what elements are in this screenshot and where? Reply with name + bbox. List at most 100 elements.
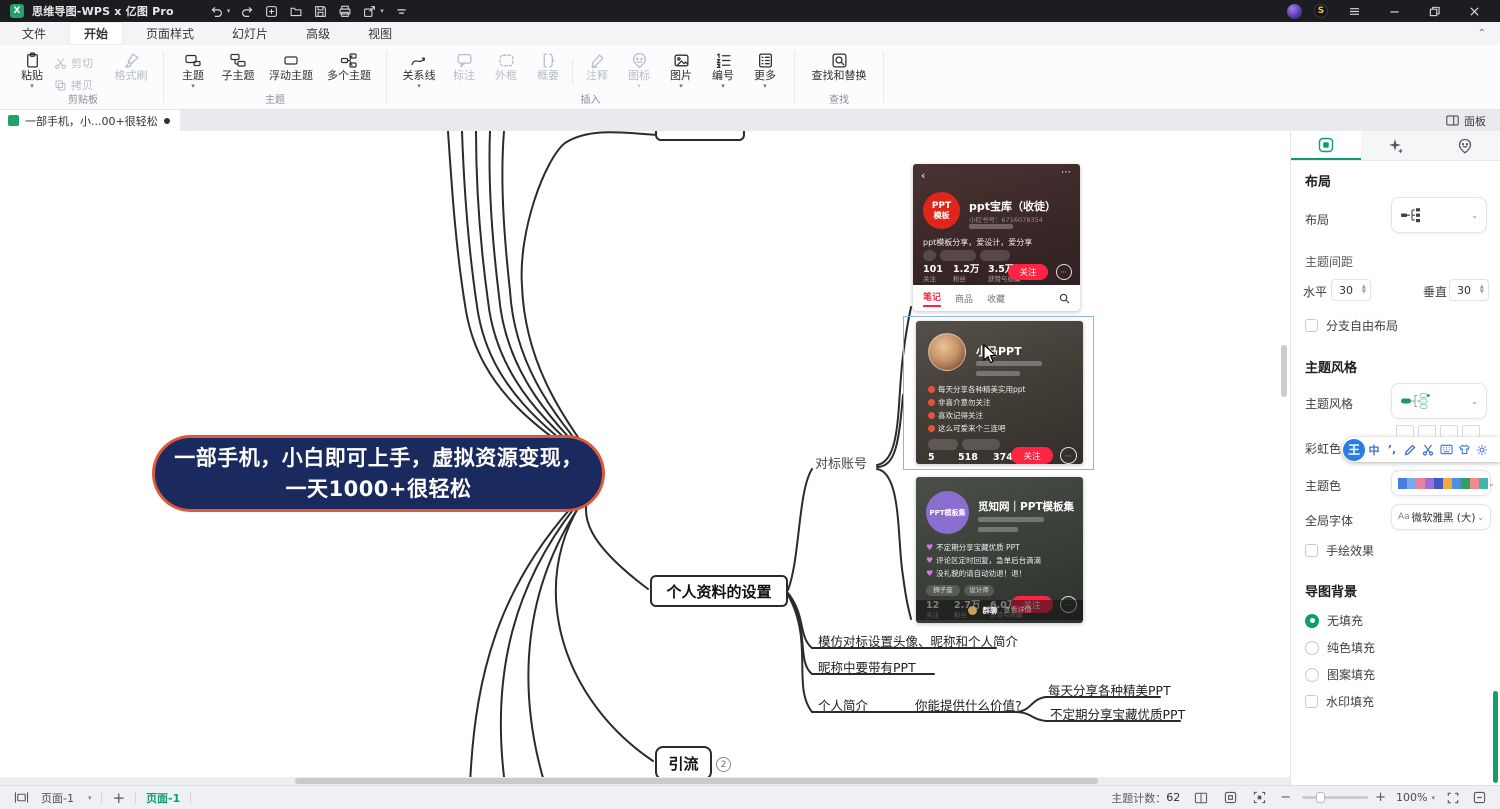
menu-tab-file[interactable]: 文件 [8,23,60,44]
menu-tab-view[interactable]: 视图 [354,23,406,44]
format-painter-button[interactable]: 格式刷 [108,49,154,82]
topic-node-traffic[interactable]: 引流 [655,746,712,780]
menu-tab-page-style[interactable]: 页面样式 [132,23,208,44]
sketch-effect-row[interactable]: 手绘效果 [1305,542,1374,559]
profile-card-mizhi[interactable]: PPT模板集 觅知网｜PPT模板集 ♥不定期分享宝藏优质 PPT ♥评论区定时回… [916,477,1083,623]
ribbon-collapse-icon[interactable]: ⌃ [1478,28,1486,39]
page-columns-icon[interactable] [1194,792,1208,804]
bg-pattern-radio[interactable] [1305,668,1319,682]
fullscreen-icon[interactable] [1447,792,1459,804]
minimize-button[interactable] [1380,0,1408,22]
current-page-link[interactable]: 页面-1 [146,790,180,806]
callout-button[interactable]: 标注 [444,49,484,82]
card2-follow-button[interactable]: 关注 [1011,447,1053,464]
stepper-arrows-icon[interactable]: ▲▼ [1362,285,1370,295]
copy-button[interactable]: 拷贝 [54,77,106,93]
topic-node-partial[interactable] [655,131,745,141]
boundary-button[interactable]: 外框 [486,49,526,82]
zoom-caret-icon[interactable]: ▾ [1431,794,1435,802]
panel-tab-sticker[interactable] [1430,131,1500,160]
zoom-out-button[interactable]: − [1280,790,1291,805]
collapse-statusbar-icon[interactable] [1473,791,1486,804]
topic-label-benchmark[interactable]: 对标账号 [815,453,867,472]
print-button[interactable] [338,5,352,18]
zoom-slider-knob[interactable] [1316,792,1325,803]
vip-badge-icon[interactable]: S [1314,4,1328,18]
bg-solid-radio[interactable] [1305,641,1319,655]
bg-watermark-checkbox[interactable] [1305,695,1318,708]
new-file-button[interactable] [265,5,278,18]
zoom-slider-track[interactable] [1302,796,1368,799]
outline-view-icon[interactable] [14,791,29,804]
ime-chinese-mode-icon[interactable]: 中 [1365,442,1383,458]
ime-punctuation-icon[interactable]: ’, [1383,443,1401,456]
central-topic-node[interactable]: 一部手机，小白即可上手，虚拟资源变现，一天1000+很轻松 [152,435,605,512]
topic-label-value-answer-2[interactable]: 不定期分享宝藏优质PPT [1050,704,1185,723]
profile-card-pptbaoku[interactable]: ‹ ⋯ PPT 模板 ppt宝库（收徒） 小红书号：6716078354 ppt… [913,164,1080,311]
card1-tab-notes[interactable]: 笔记 [923,290,941,307]
bg-none-row[interactable]: 无填充 [1305,612,1363,629]
multiple-topics-button[interactable]: 多个主题 [321,49,377,82]
panel-toggle-button[interactable]: 面板 [1446,113,1500,129]
comment-button[interactable]: 注释 [577,49,617,82]
share-button[interactable] [363,5,376,18]
horizontal-spacing-stepper[interactable]: 30 ▲▼ [1331,279,1371,301]
page-tab-selector[interactable]: 页面-1 ▾ [41,790,91,806]
topic-node-profile-setup[interactable]: 个人资料的设置 [650,575,788,607]
undo-caret-icon[interactable]: ▾ [227,7,231,15]
card1-tab-collect[interactable]: 收藏 [987,292,1005,305]
profile-card-xiaoma[interactable]: 小马PPT 每天分享各种精美实用ppt 非喜介意勿关注 喜欢记得关注 这么可爱来… [916,321,1083,464]
card1-tab-goods[interactable]: 商品 [955,292,973,305]
zoom-level-value[interactable]: 100% [1396,791,1427,804]
more-button[interactable]: 更多 ▾ [745,49,785,89]
find-replace-button[interactable]: 查找和替换 [804,49,874,82]
menu-tab-slides[interactable]: 幻灯片 [218,23,282,44]
undo-button[interactable] [210,5,223,18]
menu-tab-advanced[interactable]: 高级 [292,23,344,44]
theme-color-dropdown[interactable]: ⌄ [1391,470,1491,496]
floating-topic-button[interactable]: 浮动主题 [263,49,319,82]
topic-label-value-answer-1[interactable]: 每天分享各种精美PPT [1048,680,1171,699]
card2-message-icon[interactable]: ⋯ [1060,447,1077,464]
card3-group-bar[interactable]: 群聊 查看详情 [916,600,1083,620]
bg-none-radio[interactable] [1305,614,1319,628]
bg-pattern-row[interactable]: 图案填充 [1305,666,1375,683]
toolbar-options-button[interactable] [395,5,408,18]
window-menu-icon[interactable] [1340,0,1368,22]
menu-tab-home[interactable]: 开始 [70,23,122,44]
free-layout-checkbox[interactable] [1305,319,1318,332]
panel-scrollbar[interactable] [1493,691,1498,783]
subtopic-button[interactable]: 子主题 [215,49,261,82]
document-tab[interactable]: 一部手机，小...00+很轻松 [0,110,180,131]
close-button[interactable] [1460,0,1488,22]
horizontal-scrollbar[interactable] [295,778,1098,784]
card1-follow-button[interactable]: 关注 [1008,264,1048,280]
ime-toolbar[interactable]: 王 中 ’, [1342,437,1500,462]
card1-message-icon[interactable]: ⋯ [1056,264,1072,280]
topic-label-value-question[interactable]: 你能提供什么价值? [915,695,1022,714]
ime-cut-icon[interactable] [1419,444,1437,456]
bg-solid-row[interactable]: 纯色填充 [1305,639,1375,656]
user-avatar[interactable] [1287,4,1302,19]
paste-button[interactable]: 粘贴 ▾ [12,49,52,89]
collapse-badge[interactable]: 2 [716,757,731,772]
numbering-button[interactable]: 编号 ▾ [703,49,743,89]
topic-label-bio[interactable]: 个人简介 [818,695,868,714]
vertical-spacing-stepper[interactable]: 30 ▲▼ [1449,279,1489,301]
topic-label-imitate[interactable]: 模仿对标设置头像、昵称和个人简介 [818,631,1018,650]
layout-dropdown[interactable]: ⌄ [1391,197,1487,233]
bg-watermark-row[interactable]: 水印填充 [1305,693,1374,710]
theme-style-dropdown[interactable]: ⌄ [1391,383,1487,419]
vertical-scrollbar[interactable] [1281,345,1287,397]
card1-search-icon[interactable] [1059,293,1070,304]
stepper-arrows-icon[interactable]: ▲▼ [1480,285,1488,295]
ime-logo-icon[interactable]: 王 [1343,439,1365,461]
add-page-button[interactable]: + [112,789,125,807]
save-button[interactable] [314,5,327,18]
sketch-effect-checkbox[interactable] [1305,544,1318,557]
cut-button[interactable]: 剪切 [54,55,106,71]
restore-button[interactable] [1420,0,1448,22]
share-caret-icon[interactable]: ▾ [380,7,384,15]
free-layout-row[interactable]: 分支自由布局 [1305,317,1398,334]
topic-button[interactable]: 主题 ▾ [173,49,213,89]
